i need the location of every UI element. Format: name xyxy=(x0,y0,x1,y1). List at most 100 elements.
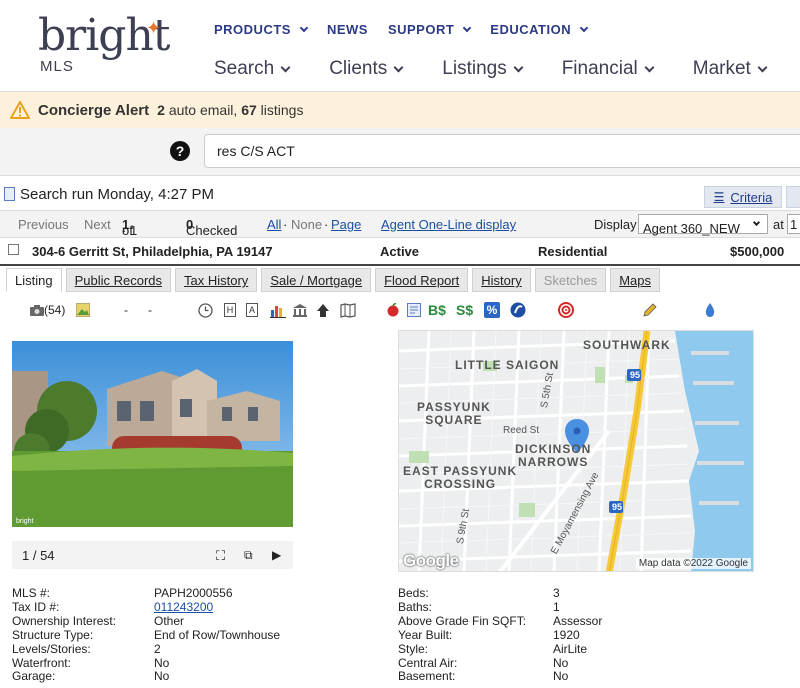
buyer-costs-icon[interactable]: B$ xyxy=(428,302,446,318)
listing-photo[interactable]: bright xyxy=(12,341,293,527)
bank-building-icon[interactable] xyxy=(292,302,308,318)
bright-mls-logo[interactable]: bright ✦ MLS xyxy=(38,12,178,82)
tab-sale-mortgage[interactable]: Sale / Mortgage xyxy=(261,268,372,292)
photo-count[interactable]: (54) xyxy=(44,302,65,318)
water-drop-icon[interactable] xyxy=(704,302,716,318)
main-nav-clients[interactable]: Clients xyxy=(329,58,404,80)
select-all-link[interactable]: All xyxy=(267,217,281,232)
detail-value: No xyxy=(553,655,569,670)
select-none-link[interactable]: None xyxy=(291,217,322,232)
separator: · xyxy=(324,217,329,232)
photo-counter: 1 / 54 xyxy=(22,548,55,563)
detail-label: Tax ID #: xyxy=(12,599,60,614)
detail-value: Assessor xyxy=(553,613,603,628)
main-nav-market[interactable]: Market xyxy=(693,58,768,80)
detail-value: No xyxy=(154,669,170,684)
detail-value: 1 xyxy=(553,599,560,614)
at-input[interactable]: 1 xyxy=(787,214,800,234)
criteria-button[interactable]: ☰ Criteria xyxy=(704,186,782,208)
home-up-icon[interactable] xyxy=(316,302,330,318)
listing-address: 304-6 Gerritt St, Philadelphia, PA 19147 xyxy=(32,244,273,259)
detail-row: Tax ID #: 011243200 xyxy=(12,599,280,615)
top-nav-education[interactable]: EDUCATION xyxy=(490,22,589,37)
previous-link[interactable]: Previous xyxy=(18,217,69,232)
map-data-credit[interactable]: Map data ©2022 Google xyxy=(635,558,751,569)
detail-label: Baths: xyxy=(398,599,433,614)
detail-row: Baths: 1 xyxy=(398,599,602,615)
main-nav-label: Search xyxy=(214,58,275,79)
map-street-reed: Reed St xyxy=(503,425,540,436)
tab-history[interactable]: History xyxy=(472,268,531,292)
listing-summary-row[interactable]: 304-6 Gerritt St, Philadelphia, PA 19147… xyxy=(0,238,800,266)
agent-one-line-link[interactable]: Agent One-Line display xyxy=(381,217,516,232)
tax-id-link[interactable]: 011243200 xyxy=(154,600,213,614)
a-document-icon[interactable]: A xyxy=(246,302,258,318)
main-nav-listings[interactable]: Listings xyxy=(442,58,524,80)
position-indicator: · 1 of 1 xyxy=(122,217,137,238)
play-next-icon[interactable]: ▶ xyxy=(272,548,281,562)
search-input[interactable] xyxy=(204,134,800,168)
map-book-icon[interactable] xyxy=(340,302,356,318)
camera-icon[interactable] xyxy=(30,302,44,318)
extra-toolbar-button[interactable] xyxy=(786,186,800,208)
chevron-down-icon xyxy=(299,23,309,32)
photo-watermark: bright xyxy=(16,518,34,525)
clock-icon[interactable] xyxy=(197,302,213,318)
search-run-text: Search run Monday, 4:27 PM xyxy=(20,186,214,203)
listing-map[interactable]: SOUTHWARK LITTLE SAIGON PASSYUNK SQUARE … xyxy=(398,330,754,572)
map-label-little-saigon: LITTLE SAIGON xyxy=(455,358,560,372)
tab-tax-history[interactable]: Tax History xyxy=(175,268,258,292)
main-nav-label: Financial xyxy=(561,58,638,79)
bar-chart-icon[interactable] xyxy=(270,302,286,318)
seller-costs-icon[interactable]: S$ xyxy=(456,302,473,318)
h-document-icon[interactable]: H xyxy=(224,302,236,318)
detail-row: Central Air: No xyxy=(398,655,602,671)
fullscreen-icon[interactable]: ⛶ xyxy=(216,548,225,564)
image-gallery-icon[interactable] xyxy=(76,302,90,318)
tab-maps[interactable]: Maps xyxy=(610,268,660,292)
logo-sub: MLS xyxy=(40,58,74,75)
percent-calculator-icon[interactable]: % xyxy=(484,302,500,318)
detail-value: 1920 xyxy=(553,627,580,642)
detail-value: 011243200 xyxy=(154,600,213,615)
detail-value: No xyxy=(553,669,569,684)
listing-price: $500,000 xyxy=(730,244,785,259)
target-icon[interactable] xyxy=(558,302,574,318)
detail-value: Other xyxy=(154,613,185,628)
detail-label: Ownership Interest: xyxy=(12,613,117,628)
compass-icon[interactable] xyxy=(510,302,526,318)
quick-search-row: ? xyxy=(0,128,800,176)
chevron-down-icon xyxy=(393,62,404,72)
detail-row: Beds: 3 xyxy=(398,586,602,601)
main-nav-search[interactable]: Search xyxy=(214,58,291,80)
sliders-icon: ☰ xyxy=(713,190,725,204)
chevron-down-icon xyxy=(752,218,761,227)
listing-type: Residential xyxy=(538,244,608,259)
detail-label: Year Built: xyxy=(398,627,453,642)
listing-status: Active xyxy=(380,244,420,259)
tab-listing[interactable]: Listing xyxy=(6,268,62,292)
detail-label: Beds: xyxy=(398,586,429,600)
criteria-label: Criteria xyxy=(730,189,773,205)
help-icon[interactable]: ? xyxy=(170,141,190,161)
detail-row: Style: AirLite xyxy=(398,642,602,657)
listing-checkbox[interactable] xyxy=(8,244,19,255)
google-logo[interactable]: Google xyxy=(403,551,459,571)
tab-flood-report[interactable]: Flood Report xyxy=(375,268,469,292)
top-nav-news[interactable]: NEWS xyxy=(327,22,368,37)
report-icon[interactable] xyxy=(407,302,421,318)
apple-icon[interactable] xyxy=(386,302,400,318)
popout-icon[interactable]: ⧉ xyxy=(244,548,253,563)
select-page-link[interactable]: Page xyxy=(331,217,361,232)
next-link[interactable]: Next xyxy=(84,217,111,232)
top-nav-label: EDUCATION xyxy=(490,22,572,37)
tab-public-records[interactable]: Public Records xyxy=(65,268,172,292)
top-nav-products[interactable]: PRODUCTS xyxy=(214,22,309,37)
top-nav-support[interactable]: SUPPORT xyxy=(388,22,472,37)
display-select[interactable]: Agent 360_NEW xyxy=(638,214,768,236)
pencil-icon[interactable] xyxy=(642,302,658,318)
top-nav-label: NEWS xyxy=(326,22,368,37)
concierge-alert-bar[interactable]: Concierge Alert 2 auto email, 67 listing… xyxy=(0,92,800,128)
detail-row: Structure Type: End of Row/Townhouse xyxy=(12,628,280,643)
main-nav-financial[interactable]: Financial xyxy=(561,58,655,80)
